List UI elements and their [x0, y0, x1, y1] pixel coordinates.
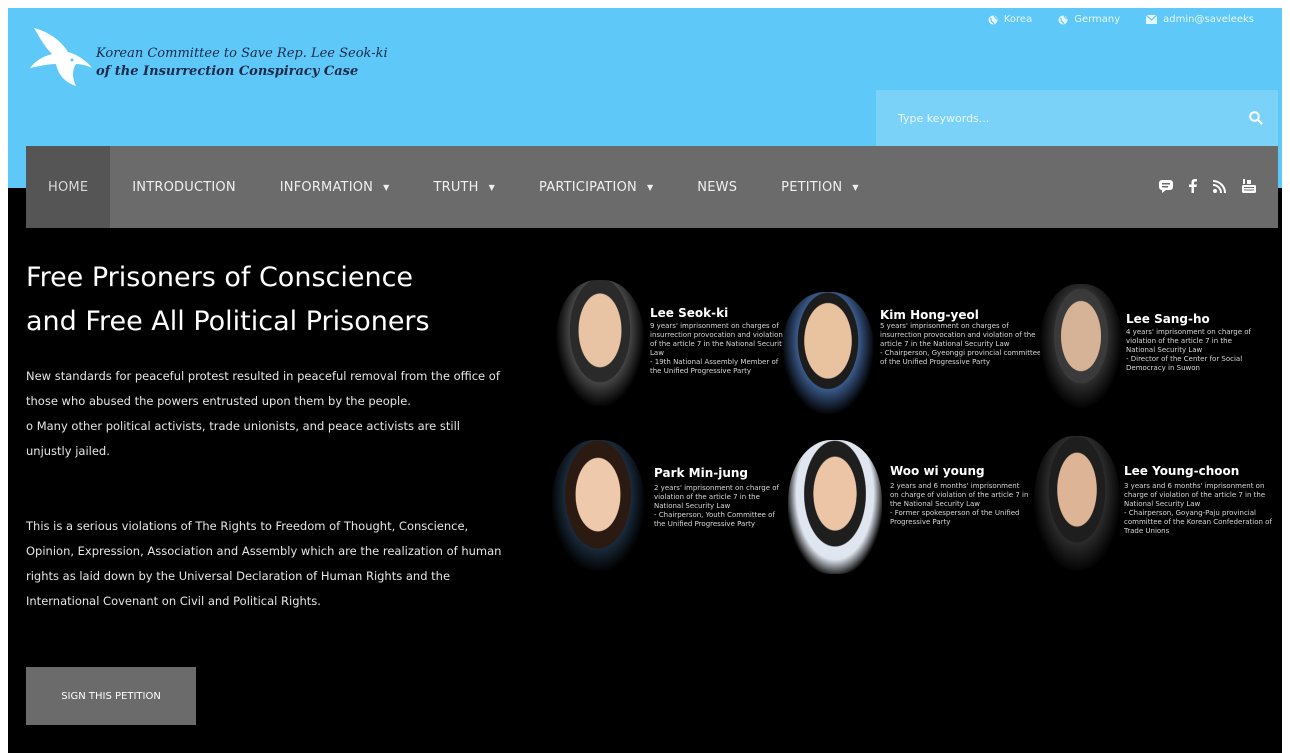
prisoner-description: 2 years and 6 months' imprisonment on ch… [890, 482, 1029, 526]
prisoner-name: Lee Sang-ho [1126, 312, 1210, 326]
prisoner-description: 3 years and 6 months' imprisonment on ch… [1124, 482, 1272, 535]
page: Korean Committee to Save Rep. Lee Seok-k… [0, 0, 1290, 753]
rss-icon[interactable] [1212, 178, 1226, 197]
globe-icon [1058, 15, 1068, 24]
toplink-email[interactable]: admin@saveleeks [1146, 14, 1254, 25]
prisoner-name: Woo wi young [890, 464, 985, 478]
social-icons [1159, 178, 1278, 197]
logo-line-2: of the Insurrection Conspiracy Case [96, 64, 359, 79]
nav-item-truth[interactable]: TRUTH ▼ [411, 146, 517, 228]
prisoner-photo [1034, 436, 1120, 570]
nav-item-petition[interactable]: PETITION ▼ [759, 146, 881, 228]
youtube-icon[interactable] [1242, 178, 1256, 197]
sign-petition-button[interactable]: SIGN THIS PETITION [26, 667, 196, 725]
toplink-label: admin@saveleeks [1163, 14, 1254, 25]
search-icon [1249, 111, 1263, 125]
nav-item-home[interactable]: HOME [26, 146, 111, 228]
facebook-icon[interactable] [1189, 178, 1197, 197]
nav-label: HOME [48, 179, 89, 195]
site-logo[interactable]: Korean Committee to Save Rep. Lee Seok-k… [26, 24, 388, 90]
toplink-label: Korea [1003, 14, 1033, 25]
hero-paragraph-2: This is a serious violations of The Righ… [26, 519, 502, 608]
prisoner-photo [1040, 284, 1122, 408]
nav-label: TRUTH [433, 179, 479, 195]
toplink-label: Germany [1074, 14, 1121, 25]
hero-title: Free Prisoners of Conscience and Free Al… [26, 256, 430, 344]
logo-text: Korean Committee to Save Rep. Lee Seok-k… [96, 46, 388, 79]
prisoner-name: Park Min-jung [654, 466, 749, 480]
logo-line-1: Korean Committee to Save Rep. Lee Seok-k… [96, 46, 388, 61]
nav-label: NEWS [697, 179, 738, 195]
chevron-down-icon: ▼ [488, 182, 496, 192]
chevron-down-icon: ▼ [646, 182, 654, 192]
main-nav: HOME INTRODUCTION INFORMATION ▼ TRUTH ▼ PA… [26, 146, 1278, 228]
nav-item-news[interactable]: NEWS [675, 146, 759, 228]
prisoner-name: Kim Hong-yeol [880, 308, 979, 322]
prisoner-photo [782, 292, 874, 414]
prisoner-description: 9 years' imprisonment on charges of insu… [650, 322, 787, 375]
chevron-down-icon: ▼ [852, 182, 859, 192]
prisoner-name: Lee Young-choon [1124, 464, 1240, 478]
nav-item-information[interactable]: INFORMATION ▼ [258, 146, 412, 228]
toplink-germany[interactable]: Germany [1058, 14, 1120, 25]
prisoner-description: 2 years' imprisonment on charge of viola… [654, 484, 780, 528]
search-button[interactable] [1234, 90, 1278, 146]
chevron-down-icon: ▼ [383, 182, 390, 192]
search-box [876, 90, 1278, 146]
prisoner-name: Lee Seok-ki [650, 306, 729, 320]
globe-icon [988, 15, 998, 24]
prisoner-description: 5 years' imprisonment on charges of insu… [880, 322, 1042, 366]
prisoner-photo [556, 280, 644, 406]
prisoner-description: 4 years' imprisonment on charge of viola… [1126, 328, 1252, 372]
nav-label: PARTICIPATION [539, 179, 637, 195]
prisoner-photo [788, 440, 882, 574]
nav-label: INFORMATION [279, 179, 374, 195]
nav-item-participation[interactable]: PARTICIPATION ▼ [517, 146, 675, 228]
chat-icon[interactable] [1159, 178, 1173, 197]
hero-title-line-1: Free Prisoners of Conscience [26, 262, 414, 293]
nav-item-introduction[interactable]: INTRODUCTION [110, 146, 258, 228]
search-input[interactable] [876, 111, 1234, 125]
mail-icon [1146, 15, 1158, 24]
top-links: Korea Germany admin@saveleeks [988, 14, 1254, 25]
nav-label: INTRODUCTION [132, 179, 236, 195]
dove-icon [30, 28, 92, 86]
toplink-korea[interactable]: Korea [988, 14, 1032, 25]
nav-label: PETITION [781, 179, 843, 195]
hero-paragraph-1: New standards for peaceful protest resul… [26, 369, 500, 458]
prisoner-photo [552, 440, 644, 570]
hero-title-line-2: and Free All Political Prisoners [26, 306, 430, 337]
